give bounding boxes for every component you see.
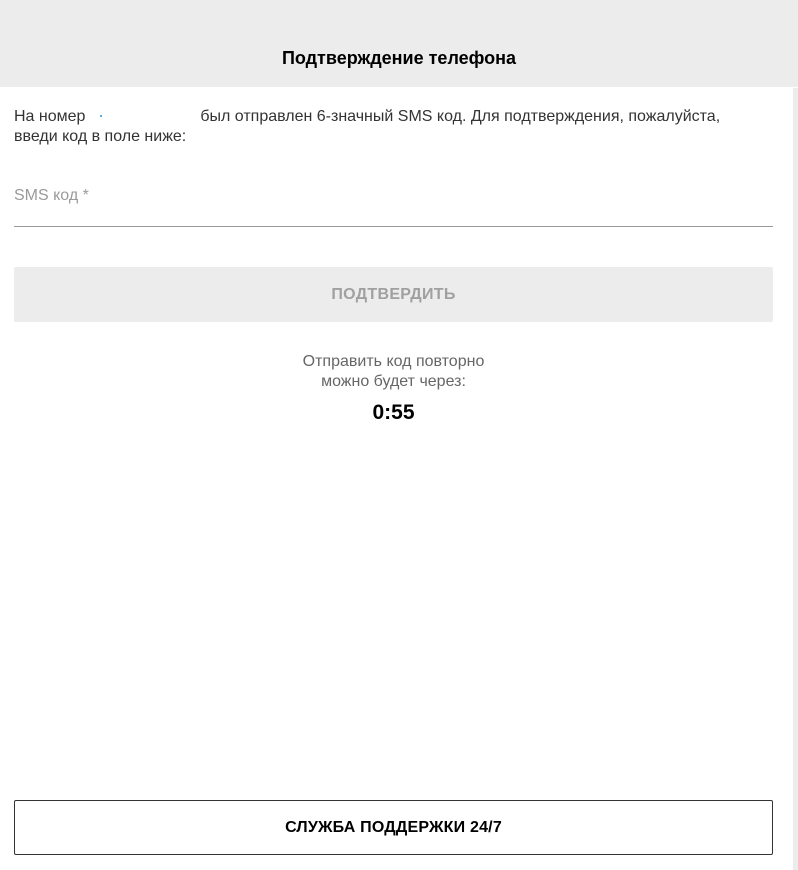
intro-prefix: На номер [14, 108, 86, 125]
phone-confirmation-page: Подтверждение телефона На номер был отпр… [0, 0, 798, 870]
resend-line1: Отправить код повторно [302, 353, 485, 370]
resend-notice: Отправить код повторно можно будет через… [14, 352, 773, 392]
intro-suffix: был отправлен 6-значный SMS код. Для под… [200, 108, 721, 125]
resend-timer: 0:55 [372, 401, 415, 424]
intro-text: На номер был отправлен 6-значный SMS код… [14, 107, 773, 147]
intro-line2: введи код в поле ниже: [14, 128, 187, 145]
resend-line2: можно будет через: [321, 373, 466, 390]
support-button[interactable]: СЛУЖБА ПОДДЕРЖКИ 24/7 [14, 800, 773, 855]
masked-phone-number [89, 109, 196, 123]
header: Подтверждение телефона [0, 0, 798, 87]
page-title: Подтверждение телефона [281, 48, 517, 68]
sms-code-field [14, 174, 773, 227]
scrollbar-track [793, 88, 798, 870]
confirm-button[interactable]: ПОДТВЕРДИТЬ [14, 267, 773, 322]
sms-code-input[interactable] [14, 182, 773, 210]
